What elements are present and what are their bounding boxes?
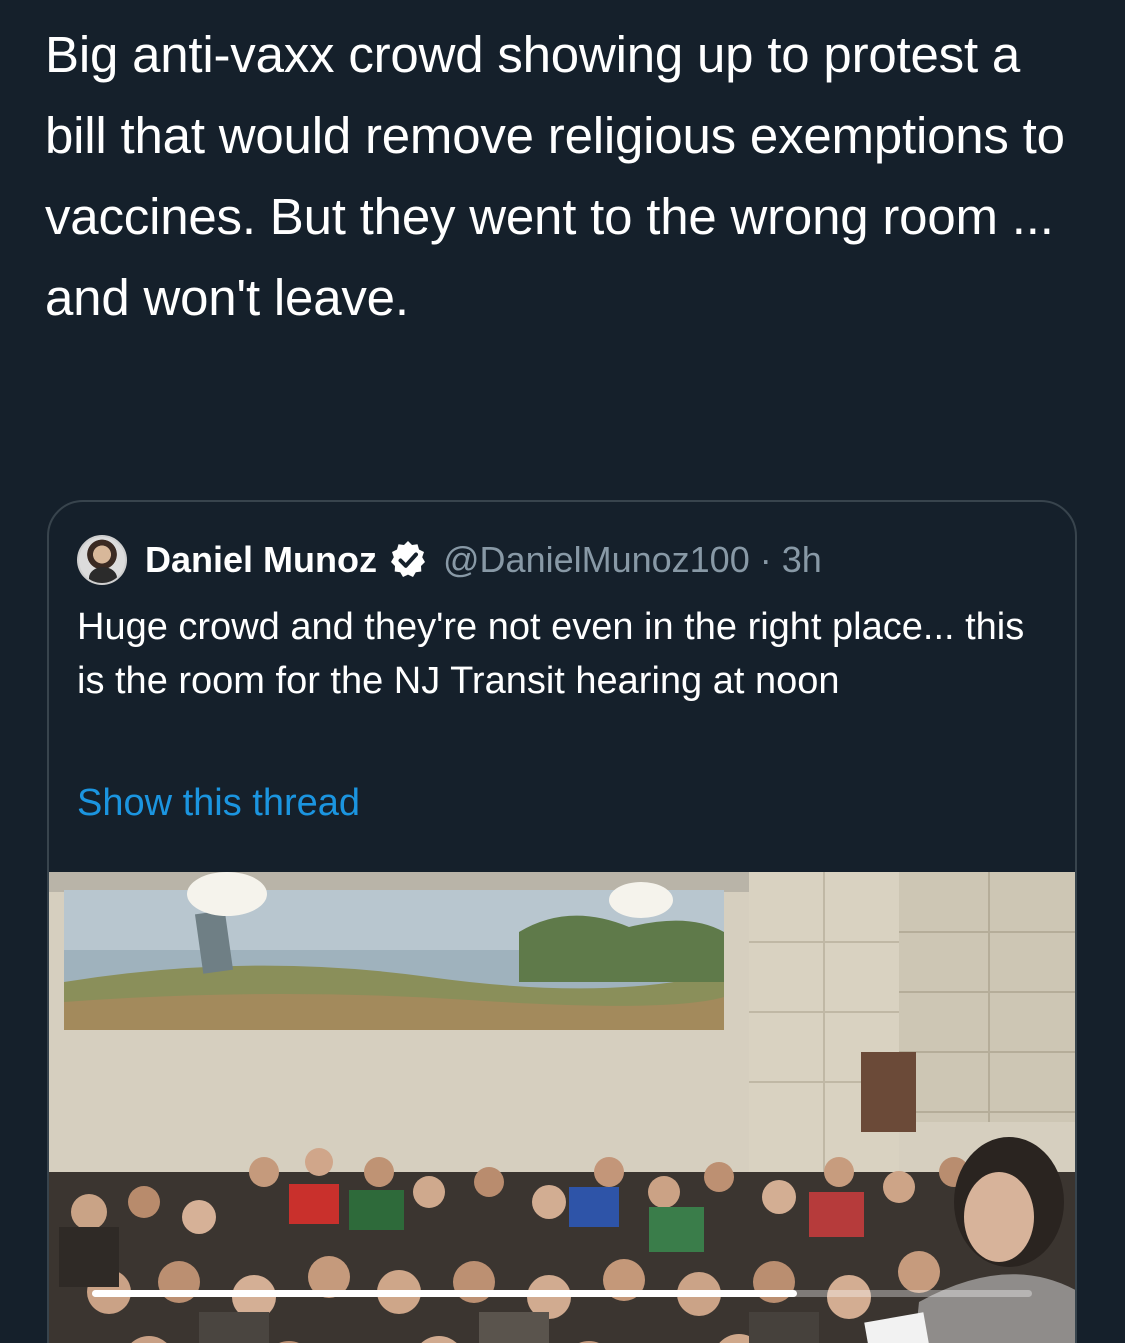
handle[interactable]: @DanielMunoz100 <box>443 539 750 581</box>
verified-badge-icon <box>387 539 429 581</box>
video-progress-bar[interactable] <box>92 1290 1032 1297</box>
tweet-text: Big anti-vaxx crowd showing up to protes… <box>45 26 1065 326</box>
separator-dot: · <box>759 539 772 580</box>
display-name[interactable]: Daniel Munoz <box>145 539 377 581</box>
tweet-screen: Big anti-vaxx crowd showing up to protes… <box>0 0 1125 1343</box>
quoted-tweet-header: Daniel Munoz @DanielMunoz100 · 3h <box>77 534 822 586</box>
video-thumbnail[interactable] <box>49 872 1075 1343</box>
quoted-tweet-card[interactable]: Daniel Munoz @DanielMunoz100 · 3h Huge c… <box>47 500 1077 1343</box>
timestamp[interactable]: 3h <box>782 539 822 581</box>
video-progress-fill <box>92 1290 797 1297</box>
quoted-tweet-text: Huge crowd and they're not even in the r… <box>77 606 1025 702</box>
avatar[interactable] <box>77 535 127 585</box>
show-thread-link[interactable]: Show this thread <box>77 782 360 825</box>
crowd-room-image <box>49 872 1075 1343</box>
